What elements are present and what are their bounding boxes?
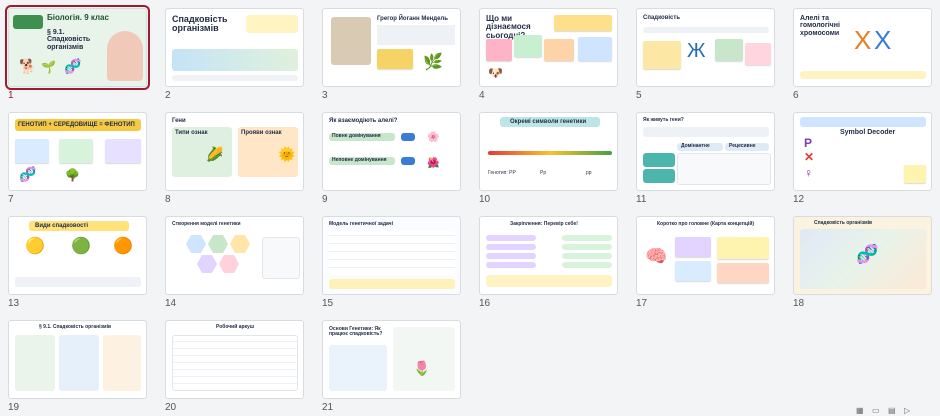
chromosome-icon: Ж — [687, 40, 706, 62]
slide-title: Окремі символи генетики — [510, 119, 587, 125]
bio-text — [377, 25, 455, 45]
slide-thumbnail-2[interactable]: Спадковість організмів — [165, 8, 304, 87]
column-header: Типи ознак — [175, 130, 208, 136]
plant-icon: 🌱 — [41, 60, 56, 74]
slide-number: 1 — [8, 90, 14, 101]
slide-thumbnail-13[interactable]: Види спадковості 🟡 🟢 🟠 — [8, 216, 147, 295]
slide-title: Грегор Йоганн Мендель — [377, 16, 448, 22]
corn-icon: 🌽 — [206, 146, 224, 162]
subheading: Неповне домінування — [332, 157, 387, 163]
dna-icon: 🧬 — [64, 58, 82, 74]
slide-title: Спадковість — [643, 15, 681, 21]
slide-thumbnail-7[interactable]: ГЕНОТИП + СЕРЕДОВИЩЕ = ФЕНОТИП 🧬 🌳 — [8, 112, 147, 191]
plant-icon: 🌳 — [65, 168, 80, 182]
pea-green-icon: 🟢 — [71, 238, 91, 255]
subheading: Повне домінування — [332, 133, 381, 139]
slide-title: Symbol Decoder — [840, 129, 896, 136]
chromosome-blue-icon: X — [874, 25, 892, 55]
slide-thumbnail-8[interactable]: Гени Типи ознак Прояви ознак 🌽 🌞 — [165, 112, 304, 191]
chromosome-bar — [488, 151, 612, 155]
slide-title: Закріплення: Перевір себе! — [510, 221, 578, 227]
female-symbol-icon: ♀ — [804, 166, 813, 180]
dna-blue-icon: 🧬 — [19, 166, 37, 182]
slide-title: Робочий аркуш — [216, 324, 255, 330]
column-header: Домінантне — [681, 143, 710, 149]
dog-icon: 🐶 — [488, 66, 503, 80]
flower-icon: 🌸 — [427, 132, 440, 143]
teacher-photo — [107, 31, 143, 81]
slide-thumbnail-3[interactable]: Грегор Йоганн Мендель 🌿 — [322, 8, 461, 87]
worksheet-lines — [172, 335, 298, 391]
slide-title: Види спадковості — [35, 223, 89, 229]
slide-thumbnail-12[interactable]: Symbol Decoder P ✕ ♀ — [793, 112, 932, 191]
status-bar: ▦ ▭ ▤ ▷ — [760, 406, 940, 416]
slide-title: Алелі та гомологічні хромосоми — [800, 15, 840, 37]
slide-thumbnail-9[interactable]: Як взаємодіють алелі? Повне домінування … — [322, 112, 461, 191]
slide-sorter-grid: Біологія. 9 клас § 9.1. Спадковість орга… — [0, 0, 940, 416]
slide-thumbnail-6[interactable]: Алелі та гомологічні хромосоми X X — [793, 8, 932, 87]
normal-view-icon[interactable]: ▭ — [872, 406, 880, 415]
slide-thumbnail-16[interactable]: Закріплення: Перевір себе! — [479, 216, 618, 295]
reading-view-icon[interactable]: ▤ — [888, 406, 896, 415]
slide-title: Гени — [172, 118, 186, 124]
slide-title: Створення моделі генетики — [172, 221, 241, 227]
brain-icon: 🧠 — [645, 246, 668, 266]
column-header: Рецесивне — [729, 143, 756, 149]
pea-mixed-icon: 🟠 — [113, 238, 133, 255]
sticky-note — [377, 49, 413, 69]
notebook-lines — [329, 231, 455, 275]
slide-title: Як взаємодіють алелі? — [329, 118, 398, 124]
slideshow-icon[interactable]: ▷ — [904, 406, 910, 415]
grid-view-icon[interactable]: ▦ — [856, 406, 864, 415]
chromosome-orange-icon: X — [854, 25, 872, 55]
pea-plant-icon: 🌿 — [423, 54, 443, 71]
sun-icon: 🌞 — [278, 146, 296, 162]
slide-thumbnail-10[interactable]: Окремі символи генетики Генотип: PP Рр p… — [479, 112, 618, 191]
slide-thumbnail-1[interactable]: Біологія. 9 клас § 9.1. Спадковість орга… — [5, 5, 150, 90]
slide-thumbnail-20[interactable]: Робочий аркуш — [165, 320, 304, 399]
slide-thumbnail-18[interactable]: Спадковість організмів 🧬 — [793, 216, 932, 295]
slide-title: Біологія. 9 клас — [47, 13, 109, 22]
pea-yellow-icon: 🟡 — [25, 238, 45, 255]
slide-title: § 9.1. Спадковість організмів — [39, 324, 112, 330]
slide-title: Спадковість організмів — [172, 14, 228, 34]
flower-icon: 🌷 — [413, 360, 431, 376]
dog-icon: 🐕 — [19, 58, 37, 74]
slide-title: Спадковість організмів — [814, 220, 873, 226]
slide-title: ГЕНОТИП + СЕРЕДОВИЩЕ = ФЕНОТИП — [18, 122, 135, 128]
slide-title: Як живуть гени? — [643, 117, 684, 123]
slide-thumbnail-15[interactable]: Модель генетичної задачі — [322, 216, 461, 295]
quote-box — [246, 15, 298, 33]
slide-thumbnail-21[interactable]: Основи Генетики: Як працює спадковість? … — [322, 320, 461, 399]
mendel-portrait — [331, 17, 371, 65]
slide-thumbnail-19[interactable]: § 9.1. Спадковість організмів — [8, 320, 147, 399]
slide-title: Основи Генетики: Як працює спадковість? — [329, 326, 383, 338]
dna-icon: 🧬 — [856, 244, 879, 264]
column-header: Прояви ознак — [241, 130, 282, 136]
flower-icon: 🌺 — [427, 158, 440, 169]
slide-thumbnail-11[interactable]: Як живуть гени? Домінантне Рецесивне — [636, 112, 775, 191]
slide-thumbnail-4[interactable]: Що ми дізнаємося сьогодні? 🐶 — [479, 8, 618, 87]
slide-thumbnail-17[interactable]: Коротко про головне (Карта концепцій) 🧠 — [636, 216, 775, 295]
logo-badge — [13, 15, 43, 29]
slide-title: Модель генетичної задачі — [329, 221, 393, 227]
slide-subtitle: § 9.1. Спадковість організмів — [47, 29, 91, 51]
slide-title: Коротко про головне (Карта концепцій) — [657, 221, 755, 227]
footer-bar — [172, 75, 298, 81]
dna-illustration — [172, 49, 298, 71]
slide-thumbnail-14[interactable]: Створення моделі генетики — [165, 216, 304, 295]
slide-thumbnail-5[interactable]: Спадковість Ж — [636, 8, 775, 87]
